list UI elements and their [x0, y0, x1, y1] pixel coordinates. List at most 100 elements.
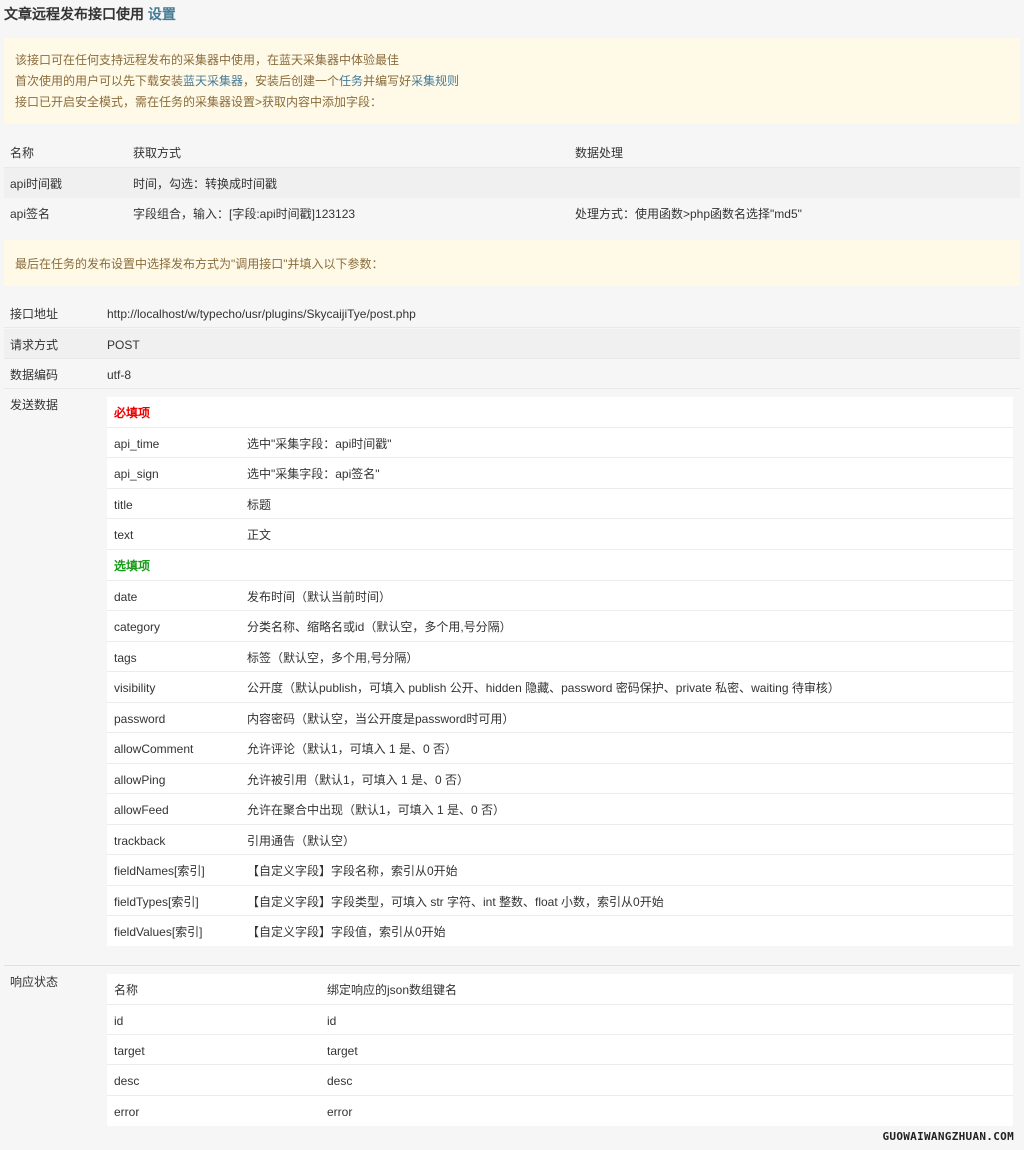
- param-desc: 允许被引用（默认1，可填入 1 是、0 否）: [247, 773, 470, 787]
- download-collector-link[interactable]: 蓝天采集器: [183, 74, 243, 88]
- param-key: text: [114, 528, 134, 542]
- param-desc: 内容密码（默认空，当公开度是password时可用）: [247, 712, 515, 726]
- param-desc: 【自定义字段】字段值，索引从0开始: [247, 925, 446, 939]
- notice-line-1: 该接口可在任何支持远程发布的采集器中使用，在蓝天采集器中体验最佳: [15, 53, 400, 67]
- fields-table-header: 名称 获取方式 数据处理: [4, 136, 1020, 168]
- table-row: fieldValues[索引] 【自定义字段】字段值，索引从0开始: [107, 916, 1013, 946]
- table-row: fieldTypes[索引] 【自定义字段】字段类型，可填入 str 字符、int…: [107, 886, 1013, 916]
- watermark: GUOWAIWANGZHUAN.COM: [882, 1130, 1014, 1143]
- response-label: 响应状态: [10, 975, 59, 989]
- param-desc: 允许评论（默认1，可填入 1 是、0 否）: [247, 742, 458, 756]
- param-desc: 引用通告（默认空）: [247, 834, 356, 848]
- settings-link[interactable]: 设置: [148, 6, 176, 22]
- usage-notice: 该接口可在任何支持远程发布的采集器中使用，在蓝天采集器中体验最佳 首次使用的用户…: [4, 38, 1020, 124]
- param-key: allowPing: [114, 773, 166, 787]
- param-desc: 标签（默认空，多个用,号分隔）: [247, 651, 419, 665]
- table-row: category 分类名称、缩略名或id（默认空，多个用,号分隔）: [107, 611, 1013, 642]
- param-key: allowComment: [114, 742, 194, 756]
- table-row: api时间戳 时间，勾选：转换成时间戳: [4, 168, 1020, 198]
- response-bind: target: [327, 1044, 358, 1058]
- url-value: http://localhost/w/typecho/usr/plugins/S…: [107, 307, 416, 321]
- field-name: api时间戳: [10, 177, 63, 191]
- field-method: 时间，勾选：转换成时间戳: [133, 177, 278, 191]
- send-data-table: 必填项 api_time 选中"采集字段：api时间戳" api_sign 选中"采…: [107, 397, 1013, 946]
- param-key: allowFeed: [114, 803, 169, 817]
- field-process: 处理方式：使用函数>php函数名选择"md5": [575, 207, 802, 221]
- notice-line-2-c: 并编写好: [363, 74, 412, 88]
- param-key: fieldValues[索引]: [114, 925, 203, 939]
- optional-title: 选填项: [114, 559, 151, 573]
- response-name: target: [114, 1044, 145, 1058]
- encoding-label: 数据编码: [10, 368, 59, 382]
- table-row: allowPing 允许被引用（默认1，可填入 1 是、0 否）: [107, 764, 1013, 794]
- header-method: 获取方式: [133, 146, 182, 160]
- table-row: date 发布时间（默认当前时间）: [107, 581, 1013, 611]
- encoding-value: utf-8: [107, 368, 132, 382]
- response-header-bind: 绑定响应的json数组键名: [327, 983, 458, 997]
- notice-line-3: 接口已开启安全模式，需在任务的采集器设置>获取内容中添加字段：: [15, 95, 383, 109]
- page-title: 文章远程发布接口使用 设置: [4, 5, 176, 23]
- param-key: title: [114, 498, 133, 512]
- field-name: api签名: [10, 207, 51, 221]
- param-desc: 【自定义字段】字段类型，可填入 str 字符、int 整数、float 小数，索…: [247, 895, 664, 909]
- param-key: api_time: [114, 437, 160, 451]
- response-bind: id: [327, 1014, 337, 1028]
- table-row: allowFeed 允许在聚合中出现（默认1，可填入 1 是、0 否）: [107, 794, 1013, 825]
- optional-section-header: 选填项: [107, 550, 1013, 581]
- table-row: api签名 字段组合，输入：[字段:api时间戳]123123 处理方式：使用函…: [4, 198, 1020, 228]
- param-desc: 标题: [247, 498, 272, 512]
- param-desc: 【自定义字段】字段名称，索引从0开始: [247, 864, 458, 878]
- table-row: desc desc: [107, 1065, 1013, 1096]
- collection-rules-link[interactable]: 采集规则: [411, 74, 459, 88]
- param-desc: 选中"采集字段：api签名": [247, 467, 380, 481]
- param-desc: 分类名称、缩略名或id（默认空，多个用,号分隔）: [247, 620, 512, 634]
- response-name: desc: [114, 1074, 140, 1088]
- section-divider: [4, 946, 1020, 966]
- table-row: password 内容密码（默认空，当公开度是password时可用）: [107, 703, 1013, 733]
- param-row-url: 接口地址 http://localhost/w/typecho/usr/plug…: [4, 298, 1020, 328]
- param-desc: 公开度（默认publish，可填入 publish 公开、hidden 隐藏、p…: [247, 681, 840, 695]
- table-row: target target: [107, 1035, 1013, 1065]
- param-key: date: [114, 590, 138, 604]
- table-row: error error: [107, 1096, 1013, 1126]
- table-row: title 标题: [107, 489, 1013, 519]
- param-desc: 正文: [247, 528, 272, 542]
- header-process: 数据处理: [575, 146, 624, 160]
- response-header-name: 名称: [114, 983, 139, 997]
- param-row-method: 请求方式 POST: [4, 329, 1020, 359]
- method-label: 请求方式: [10, 338, 59, 352]
- param-key: api_sign: [114, 467, 159, 481]
- required-title: 必填项: [114, 406, 151, 420]
- param-key: fieldTypes[索引]: [114, 895, 199, 909]
- param-key: visibility: [114, 681, 156, 695]
- table-row: trackback 引用通告（默认空）: [107, 825, 1013, 855]
- param-desc: 发布时间（默认当前时间）: [247, 590, 392, 604]
- required-section-header: 必填项: [107, 397, 1013, 428]
- param-key: fieldNames[索引]: [114, 864, 205, 878]
- publish-notice: 最后在任务的发布设置中选择发布方式为"调用接口"并填入以下参数：: [4, 240, 1020, 286]
- param-desc: 允许在聚合中出现（默认1，可填入 1 是、0 否）: [247, 803, 506, 817]
- table-row: tags 标签（默认空，多个用,号分隔）: [107, 642, 1013, 672]
- task-link[interactable]: 任务: [339, 74, 363, 88]
- method-value: POST: [107, 338, 140, 352]
- response-bind: error: [327, 1105, 353, 1119]
- response-name: error: [114, 1105, 140, 1119]
- response-bind: desc: [327, 1074, 353, 1088]
- url-label: 接口地址: [10, 307, 59, 321]
- table-row: api_time 选中"采集字段：api时间戳": [107, 428, 1013, 458]
- page-title-text: 文章远程发布接口使用: [4, 6, 144, 22]
- response-name: id: [114, 1014, 124, 1028]
- table-row: fieldNames[索引] 【自定义字段】字段名称，索引从0开始: [107, 855, 1013, 886]
- param-key: category: [114, 620, 161, 634]
- response-table-header: 名称 绑定响应的json数组键名: [107, 974, 1013, 1005]
- send-data-label: 发送数据: [10, 398, 59, 412]
- table-row: api_sign 选中"采集字段：api签名": [107, 458, 1013, 489]
- notice-line-2: 首次使用的用户可以先下载安装蓝天采集器，安装后创建一个任务并编写好采集规则: [15, 73, 459, 89]
- param-desc: 选中"采集字段：api时间戳": [247, 437, 392, 451]
- notice-line-2-a: 首次使用的用户可以先下载安装: [15, 74, 184, 88]
- table-row: text 正文: [107, 519, 1013, 550]
- table-row: id id: [107, 1005, 1013, 1035]
- param-key: password: [114, 712, 166, 726]
- param-key: tags: [114, 651, 137, 665]
- table-row: allowComment 允许评论（默认1，可填入 1 是、0 否）: [107, 733, 1013, 764]
